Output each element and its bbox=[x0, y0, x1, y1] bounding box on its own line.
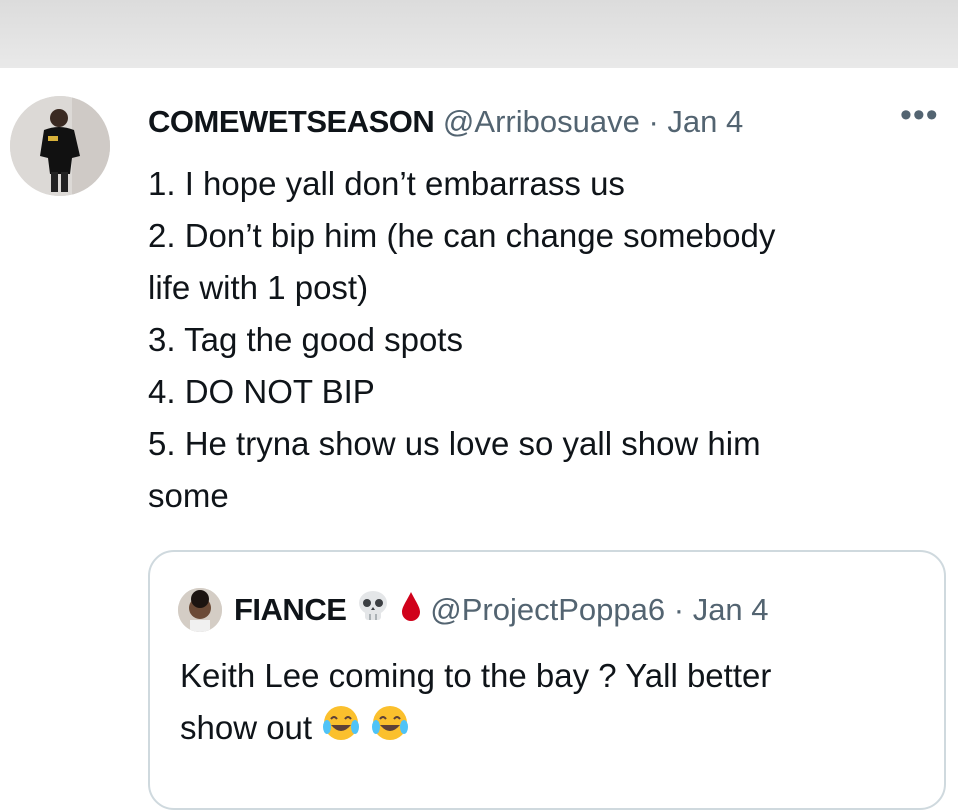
quoted-timestamp[interactable]: Jan 4 bbox=[693, 592, 769, 627]
quoted-header: FIANCE @ProjectPoppa6 · Jan 4 bbox=[234, 588, 769, 634]
quoted-line-wrap: show out bbox=[180, 702, 920, 758]
tweet-line: some bbox=[148, 477, 229, 514]
tweet-line: 5. He tryna show us love so yall show hi… bbox=[148, 425, 761, 462]
quoted-line: show out bbox=[180, 709, 313, 746]
quoted-text: Keith Lee coming to the bay ? Yall bette… bbox=[180, 650, 920, 758]
blood-drop-icon bbox=[400, 590, 422, 634]
display-name[interactable]: COMEWETSEASON bbox=[148, 102, 434, 142]
avatar[interactable] bbox=[10, 96, 110, 196]
tears-of-joy-icon bbox=[321, 703, 361, 758]
tweet-line: life with 1 post) bbox=[148, 269, 369, 306]
quoted-display-name[interactable]: FIANCE bbox=[234, 592, 347, 627]
top-strip bbox=[0, 0, 958, 68]
tweet-line: 3. Tag the good spots bbox=[148, 321, 463, 358]
tweet-line: 4. DO NOT BIP bbox=[148, 373, 375, 410]
quoted-avatar[interactable] bbox=[178, 588, 222, 632]
quoted-line: Keith Lee coming to the bay ? Yall bette… bbox=[180, 657, 772, 694]
quoted-tweet[interactable]: FIANCE @ProjectPoppa6 · Jan 4 Keith Lee … bbox=[148, 550, 946, 810]
quoted-handle[interactable]: @ProjectPoppa6 bbox=[430, 588, 665, 632]
tweet[interactable]: COMEWETSEASON @Arribosuave · Jan 4 ••• 1… bbox=[0, 68, 958, 810]
more-options-icon[interactable]: ••• bbox=[900, 96, 939, 135]
separator-dot: · bbox=[648, 104, 659, 139]
tweet-line: 2. Don’t bip him (he can change somebody bbox=[148, 217, 776, 254]
quoted-separator-dot: · bbox=[673, 592, 685, 627]
timestamp[interactable]: Jan 4 bbox=[667, 104, 743, 139]
tears-of-joy-icon bbox=[370, 703, 410, 758]
tweet-text: 1. I hope yall don’t embarrass us 2. Don… bbox=[148, 158, 938, 522]
handle[interactable]: @Arribosuave bbox=[443, 104, 640, 139]
skull-icon bbox=[355, 590, 391, 634]
tweet-line: 1. I hope yall don’t embarrass us bbox=[148, 165, 625, 202]
tweet-header: COMEWETSEASON @Arribosuave · Jan 4 bbox=[148, 102, 948, 142]
